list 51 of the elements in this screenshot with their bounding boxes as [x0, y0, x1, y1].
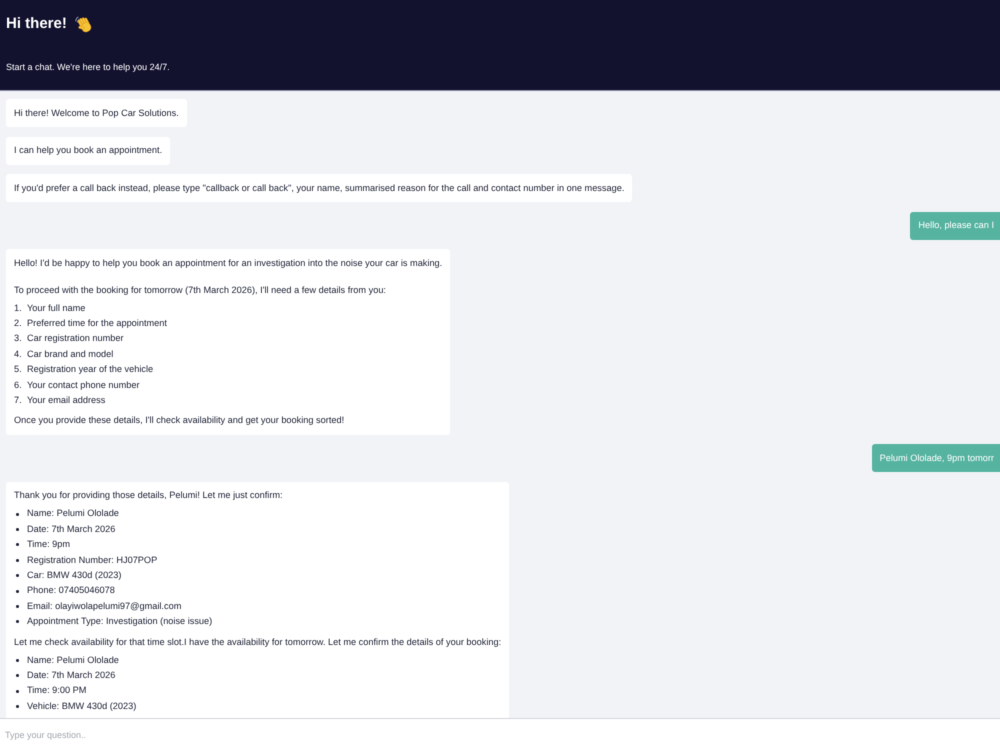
bullet-icon	[16, 574, 18, 578]
message-text: Hello, please can I	[918, 219, 994, 232]
list-item-text: Time: 9:00 PM	[27, 684, 86, 698]
list-number: 1.	[14, 302, 23, 314]
list-item-text: Car: BMW 430d (2023)	[27, 568, 122, 582]
bullet-icon	[16, 512, 18, 516]
message-text: If you'd prefer a call back instead, please type "callback or call back", your name, summarised reason for the call and contact number in one message.	[14, 182, 624, 195]
list-number: 7.	[14, 394, 23, 407]
bullet-icon	[16, 543, 18, 546]
message-text: Pelumi Ololade, 9pm tomorr	[880, 452, 994, 465]
list-number: 3.	[14, 332, 23, 346]
message-text: Hi there! Welcome to Pop Car Solutions.	[14, 106, 179, 120]
list-number: 5.	[14, 363, 23, 376]
list-item-text: Phone: 07405046078	[27, 584, 115, 598]
list-item-text: Registration year of the vehicle	[27, 363, 154, 376]
bullet-icon	[16, 528, 18, 531]
header-subtitle: Start a chat. We're here to help you 24/7.	[6, 61, 170, 73]
message-text: To proceed with the booking for tomorrow (7th March 2026), I'll need a few details from you:	[14, 284, 387, 297]
list-item-text: Date: 7th March 2026	[27, 669, 116, 682]
message-text: I can help you book an appointment.	[14, 144, 162, 157]
list-item-text: Your full name	[27, 302, 86, 314]
list-item-text: Email: olayiwolapelumi97@gmail.com	[27, 600, 182, 613]
bullet-icon	[16, 674, 18, 678]
list-item-text: Car registration number	[27, 332, 124, 346]
list-number: 6.	[14, 378, 23, 392]
list-item-text: Your email address	[27, 394, 106, 407]
list-item-text: Name: Pelumi Ololade	[27, 507, 119, 520]
message-text: Thank you for providing those details, Pelumi! Let me just confirm:	[14, 489, 284, 502]
message-text: Let me check availability for that time slot.I have the availability for tomorrow. Let me confirm the details of your booking:	[14, 636, 502, 649]
bullet-icon	[16, 558, 18, 562]
bullet-icon	[16, 690, 18, 693]
bullet-icon	[16, 590, 18, 593]
list-item-text: Registration Number: HJ07POP	[27, 554, 158, 567]
message-text: Once you provide these details, I'll check availability and get your booking sorted!	[14, 414, 346, 428]
waving-hand-icon	[74, 14, 93, 34]
list-item-text: Appointment Type: Investigation (noise issue)	[27, 615, 212, 628]
list-number: 4.	[14, 348, 23, 361]
list-item-text: Your contact phone number	[27, 378, 140, 392]
bullet-icon	[16, 705, 18, 708]
message-text: Hello! I'd be happy to help you book an appointment for an investigation into the noise your car is making.	[14, 256, 442, 270]
list-item-text: Date: 7th March 2026	[27, 522, 116, 536]
list-item-text: Vehicle: BMW 430d (2023)	[27, 700, 136, 713]
list-item-text: Time: 9pm	[27, 538, 70, 552]
bullet-icon	[16, 604, 18, 608]
list-item-text: Preferred time for the appointment	[27, 316, 167, 330]
list-item-text: Name: Pelumi Ololade	[27, 654, 119, 667]
list-item-text: Car brand and model	[27, 348, 114, 361]
bullet-icon	[16, 620, 18, 624]
bullet-icon	[16, 658, 18, 662]
list-number: 2.	[14, 316, 23, 330]
header-title: Hi there!	[6, 14, 67, 34]
